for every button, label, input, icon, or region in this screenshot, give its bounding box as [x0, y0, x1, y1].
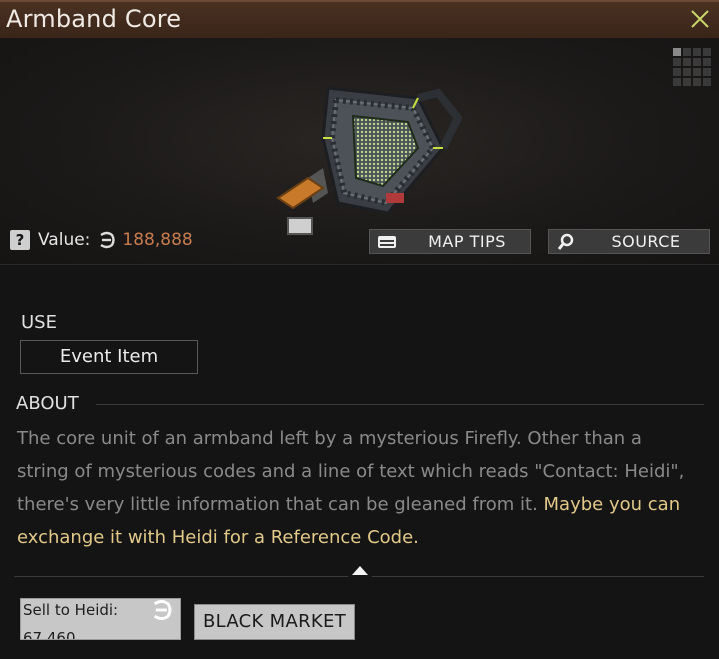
map-tips-label: MAP TIPS [428, 232, 506, 251]
sell-to-heidi-button[interactable]: Sell to Heidi: 67,460 [20, 598, 181, 640]
sell-price: 67,460 [23, 629, 76, 640]
source-button[interactable]: SOURCE [548, 229, 710, 254]
about-description: The core unit of an armband left by a my… [17, 422, 697, 554]
currency-icon [100, 231, 116, 249]
source-label: SOURCE [611, 232, 681, 251]
title-bar: Armband Core [0, 0, 719, 38]
window-title: Armband Core [6, 5, 182, 33]
use-tag: Event Item [20, 340, 198, 374]
item-preview: ? Value: 188,888 MAP TIPS SOURCE [0, 38, 719, 265]
map-tips-button[interactable]: MAP TIPS [369, 229, 531, 254]
armband-core-image [276, 86, 463, 235]
value-amount: 188,888 [122, 230, 193, 250]
about-divider [96, 404, 704, 405]
sell-label: Sell to Heidi: [23, 601, 119, 619]
chevron-up-icon[interactable] [347, 560, 373, 578]
black-market-button[interactable]: BLACK MARKET [194, 604, 355, 640]
search-icon [557, 233, 574, 250]
about-heading: ABOUT [16, 393, 79, 414]
close-icon[interactable] [689, 8, 711, 30]
help-icon[interactable]: ? [10, 230, 30, 250]
value-label: Value: [38, 230, 91, 250]
currency-icon [153, 599, 172, 621]
value-row: ? Value: 188,888 [10, 228, 193, 252]
map-icon [378, 235, 396, 248]
grid-icon [673, 48, 711, 86]
use-heading: USE [21, 312, 57, 333]
